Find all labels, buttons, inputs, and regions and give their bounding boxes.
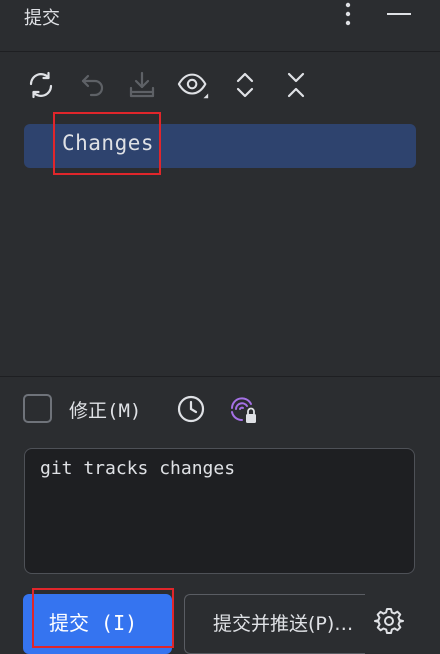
header-divider (0, 51, 440, 52)
minimize-icon[interactable] (386, 4, 412, 24)
more-vertical-icon[interactable] (336, 2, 360, 26)
amend-checkbox[interactable] (23, 394, 52, 423)
collapse-all-icon[interactable] (279, 68, 313, 102)
clock-icon[interactable] (176, 394, 206, 424)
expand-all-icon[interactable] (228, 68, 262, 102)
panel-title: 提交 (24, 8, 60, 29)
changes-node-label[interactable]: Changes (62, 131, 154, 155)
commit-area-divider (0, 376, 440, 377)
ai-assistant-lock-icon[interactable] (228, 394, 260, 426)
commit-message-input[interactable]: git tracks changes (24, 448, 415, 574)
commit-button[interactable]: 提交 (I) (23, 594, 172, 654)
refresh-icon[interactable] (24, 68, 58, 102)
view-options-icon[interactable] (177, 68, 211, 102)
rollback-icon[interactable] (76, 68, 110, 102)
gear-icon[interactable] (374, 606, 404, 636)
commit-and-push-button[interactable]: 提交并推送(P)… (184, 594, 365, 654)
shelve-icon[interactable] (125, 68, 159, 102)
amend-label[interactable]: 修正(M) (69, 396, 141, 423)
